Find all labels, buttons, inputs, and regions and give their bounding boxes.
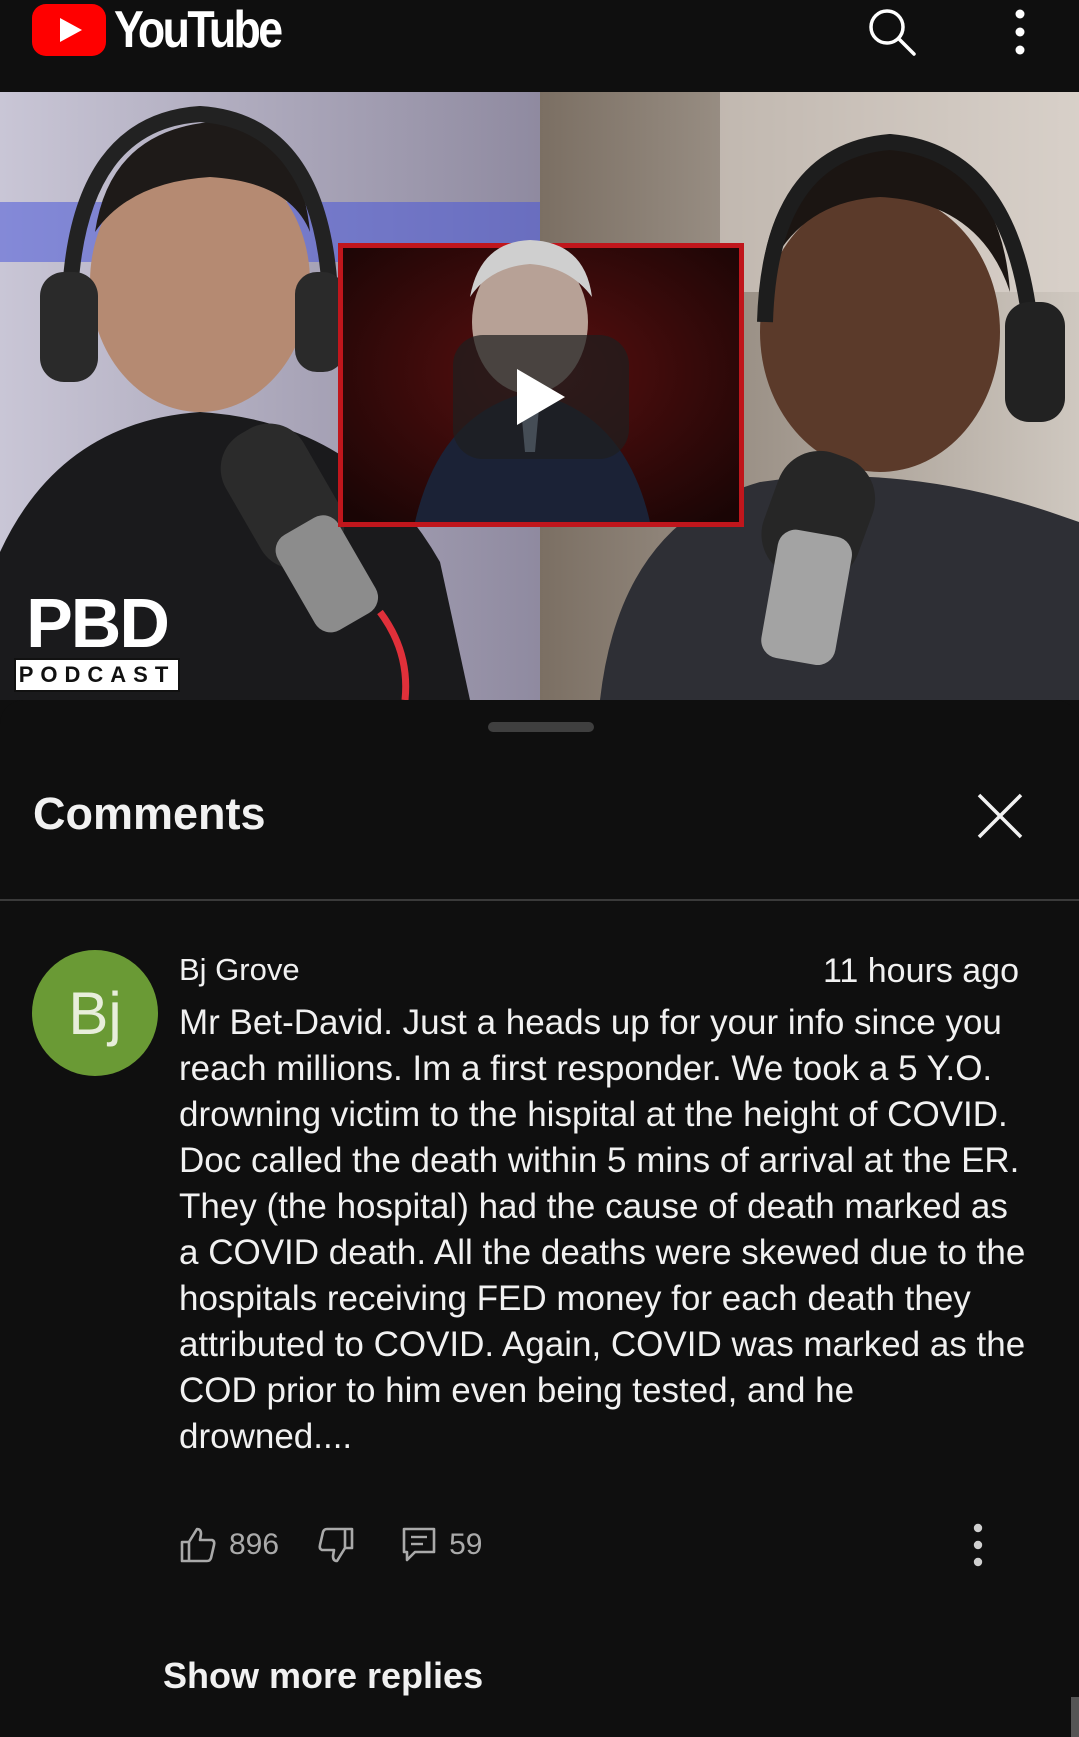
drag-handle[interactable]: [488, 722, 594, 732]
reply-button[interactable]: [401, 1526, 437, 1564]
podcast-logo-text: PODCAST: [14, 658, 180, 692]
comments-sheet: Comments Bj Bj Grove 11 hours ago Mr Bet…: [0, 700, 1079, 1737]
search-button[interactable]: [862, 2, 922, 62]
avatar[interactable]: Bj: [32, 950, 158, 1076]
video-player[interactable]: PBD PODCAST: [0, 92, 1079, 700]
comment-icon: [402, 1527, 436, 1562]
comment-more-button[interactable]: [966, 1520, 990, 1570]
header-divider: [0, 899, 1079, 901]
comment-text: Mr Bet-David. Just a heads up for your i…: [179, 1003, 1026, 1456]
play-icon: [517, 369, 565, 425]
scrollbar[interactable]: [1071, 1697, 1079, 1737]
youtube-play-logo-icon: [32, 4, 106, 56]
reply-count: 59: [449, 1528, 483, 1561]
pbd-logo-text: PBD: [26, 584, 170, 662]
comments-title: Comments: [33, 788, 266, 839]
youtube-wordmark: YouTube: [114, 1, 283, 59]
comment-actions: 896 59: [179, 1520, 482, 1570]
comment-timestamp: 11 hours ago: [823, 952, 1019, 990]
comment-author[interactable]: Bj Grove: [179, 952, 300, 988]
dislike-button[interactable]: [317, 1526, 355, 1564]
close-comments-button[interactable]: [968, 784, 1032, 848]
more-vert-icon: [1015, 9, 1025, 55]
show-more-replies-button[interactable]: Show more replies: [163, 1655, 483, 1697]
more-vert-icon: [973, 1523, 983, 1567]
more-options-button[interactable]: [1000, 2, 1040, 62]
pbd-podcast-logo: PBD PODCAST: [14, 584, 180, 692]
close-icon: [977, 793, 1023, 839]
play-button[interactable]: [453, 335, 629, 459]
top-app-bar: YouTube: [0, 0, 1079, 92]
like-button[interactable]: [179, 1526, 217, 1564]
search-icon: [869, 9, 916, 56]
like-count: 896: [229, 1528, 280, 1561]
thumb-down-icon: [318, 1527, 354, 1563]
youtube-logo[interactable]: YouTube: [32, 1, 308, 59]
thumb-up-icon: [180, 1527, 216, 1563]
